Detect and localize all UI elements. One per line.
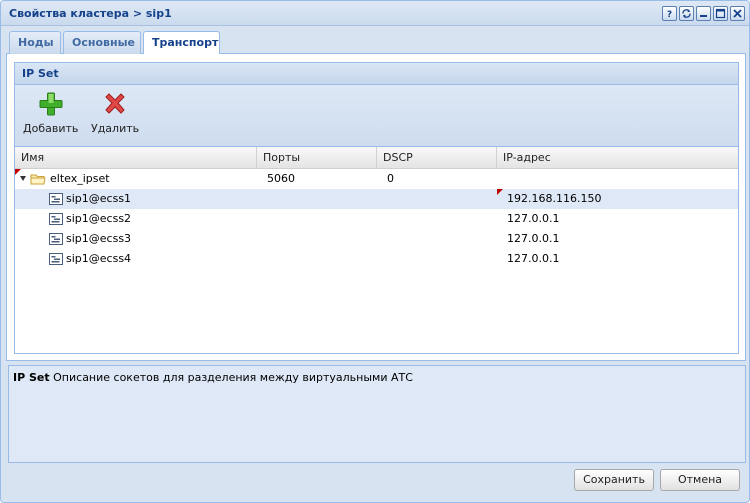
socket-icon [49, 233, 63, 245]
group-name: eltex_ipset [50, 172, 110, 185]
tab-general[interactable]: Основные [63, 31, 141, 54]
grid-header: Имя Порты DSCP IP-адрес [15, 147, 738, 169]
modified-marker [15, 169, 21, 175]
child-name: sip1@ecss3 [66, 232, 132, 245]
window-title: Свойства кластера > sip1 [9, 7, 172, 20]
window-tools: ? [662, 6, 745, 21]
save-button[interactable]: Сохранить [574, 469, 654, 491]
tree-child-row[interactable]: sip1@ecss3 127.0.0.1 [15, 229, 738, 249]
panel-toolbar: Добавить Удалить [15, 85, 738, 147]
cluster-properties-window: Свойства кластера > sip1 ? Ноды Основные… [0, 0, 750, 503]
description-term: IP Set [13, 371, 50, 384]
socket-icon [49, 213, 63, 225]
child-ip: 127.0.0.1 [507, 212, 560, 225]
description-text: Описание сокетов для разделения между ви… [53, 371, 413, 384]
socket-icon [49, 193, 63, 205]
add-icon [39, 92, 63, 116]
tree-child-row[interactable]: sip1@ecss2 127.0.0.1 [15, 209, 738, 229]
close-icon[interactable] [730, 6, 745, 21]
column-header-ip[interactable]: IP-адрес [497, 147, 738, 168]
delete-button[interactable]: Удалить [91, 91, 139, 135]
child-ip: 127.0.0.1 [507, 232, 560, 245]
column-header-dscp[interactable]: DSCP [377, 147, 497, 168]
maximize-icon[interactable] [713, 6, 728, 21]
add-button[interactable]: Добавить [23, 91, 78, 135]
ipset-panel: IP Set Добавить Удалить Имя Порты DSCP I… [14, 62, 739, 354]
tree-child-row[interactable]: sip1@ecss4 127.0.0.1 [15, 249, 738, 269]
modified-marker [497, 189, 503, 195]
tab-strip: Ноды Основные Транспорт [6, 29, 746, 55]
window-titlebar[interactable]: Свойства кластера > sip1 ? [1, 1, 749, 26]
delete-icon [105, 93, 125, 114]
tree-group-row[interactable]: eltex_ipset 5060 0 [15, 169, 738, 189]
child-ip: 127.0.0.1 [507, 252, 560, 265]
child-name: sip1@ecss4 [66, 252, 132, 265]
tab-nodes[interactable]: Ноды [9, 31, 61, 54]
cancel-button[interactable]: Отмена [660, 469, 740, 491]
child-name: sip1@ecss1 [66, 192, 132, 205]
delete-button-label: Удалить [91, 122, 140, 135]
child-name: sip1@ecss2 [66, 212, 132, 225]
socket-icon [49, 253, 63, 265]
description-panel: IP Set Описание сокетов для разделения м… [8, 365, 746, 463]
tree-child-row[interactable]: sip1@ecss1 192.168.116.150 [15, 189, 738, 209]
column-header-ports[interactable]: Порты [257, 147, 377, 168]
help-icon[interactable]: ? [662, 6, 677, 21]
child-ip: 192.168.116.150 [507, 192, 602, 205]
group-dscp: 0 [387, 172, 394, 185]
collapse-arrow-icon[interactable] [20, 176, 26, 181]
minimize-icon[interactable] [696, 6, 711, 21]
group-ports: 5060 [267, 172, 295, 185]
tab-content: IP Set Добавить Удалить Имя Порты DSCP I… [6, 54, 746, 361]
tab-transport[interactable]: Транспорт [143, 31, 220, 55]
column-header-name[interactable]: Имя [15, 147, 257, 168]
refresh-icon[interactable] [679, 6, 694, 21]
svg-text:?: ? [667, 10, 672, 19]
folder-icon [30, 174, 46, 185]
add-button-label: Добавить [23, 122, 79, 135]
panel-title: IP Set [15, 63, 738, 85]
